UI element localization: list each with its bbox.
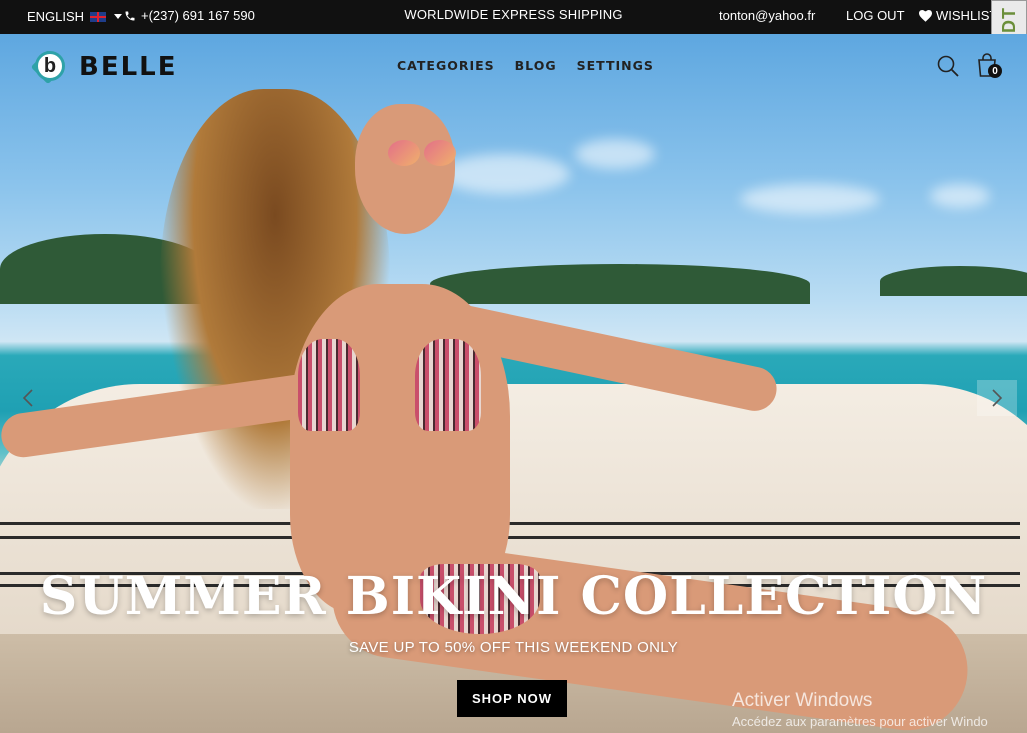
watermark-subtitle: Accédez aux paramètres pour activer Wind… <box>732 714 988 729</box>
cart-count-badge: 0 <box>988 64 1002 78</box>
windows-activation-watermark: Activer Windows Accédez aux paramètres p… <box>732 690 988 729</box>
logo-initial: b <box>35 51 65 81</box>
chevron-left-icon <box>22 389 33 407</box>
hero-subtitle: SAVE UP TO 50% OFF THIS WEEKEND ONLY <box>348 639 679 656</box>
brand-logo[interactable]: b BELLE <box>27 49 178 85</box>
watermark-title: Activer Windows <box>732 690 873 711</box>
model-photo <box>0 34 1027 733</box>
search-icon[interactable] <box>936 54 960 78</box>
hero-title: SUMMER BIKINI COLLECTION <box>39 566 988 627</box>
shipping-text: WORLDWIDE EXPRESS SHIPPING <box>404 7 623 22</box>
slider-next-button[interactable] <box>977 380 1017 416</box>
nav-blog[interactable]: BLOG <box>515 58 557 73</box>
shop-now-button[interactable]: SHOP NOW <box>457 680 567 717</box>
hero-slide <box>0 34 1027 733</box>
nav-categories[interactable]: CATEGORIES <box>397 58 495 73</box>
logo-mark: b <box>27 49 73 85</box>
wishlist-link[interactable]: WISHLIST <box>919 8 997 23</box>
wishlist-label: WISHLIST <box>936 8 998 23</box>
brand-name: BELLE <box>79 52 178 82</box>
heart-icon <box>919 9 932 22</box>
account-email-link[interactable]: tonton@yahoo.fr <box>719 8 815 23</box>
logout-link[interactable]: LOG OUT <box>846 8 905 23</box>
chevron-right-icon <box>992 389 1003 407</box>
top-bar: ENGLISH +(237) 691 167 590 WORLDWIDE EXP… <box>0 0 1027 34</box>
main-nav: CATEGORIES BLOG SETTINGS <box>397 58 654 73</box>
slider-prev-button[interactable] <box>8 380 48 416</box>
nav-settings[interactable]: SETTINGS <box>577 58 654 73</box>
